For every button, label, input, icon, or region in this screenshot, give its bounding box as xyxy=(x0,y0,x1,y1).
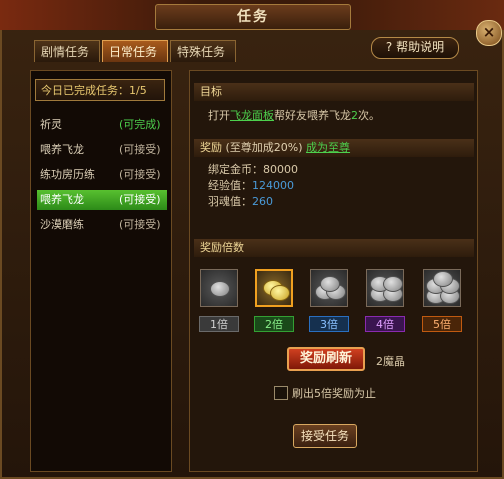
help-button[interactable]: ? 帮助说明 xyxy=(371,37,459,59)
task-name: 练功房历练 xyxy=(40,168,95,181)
multiplier-label-1: 1倍 xyxy=(199,316,239,332)
multiplier-slot-5 xyxy=(423,269,461,307)
reward-title: 奖励 xyxy=(200,141,222,154)
task-status: (可接受) xyxy=(119,218,161,231)
tab-special[interactable]: 特殊任务 xyxy=(170,40,236,62)
task-name: 喂养飞龙 xyxy=(40,143,84,156)
refresh-reward-button[interactable]: 奖励刷新 xyxy=(287,347,365,371)
completed-count: 今日已完成任务：1/5 xyxy=(35,79,165,101)
task-name: 沙漠磨练 xyxy=(40,218,84,231)
gold-value: 80000 xyxy=(263,163,298,176)
multiplier-header: 奖励倍数 xyxy=(194,239,474,257)
silver-coin-icon xyxy=(210,281,230,297)
task-item-feed-dragon-selected[interactable]: 喂养飞龙 (可接受) xyxy=(37,190,167,210)
become-vip-link[interactable]: 成为至尊 xyxy=(306,141,350,154)
gold-label: 绑定金币： xyxy=(208,163,263,176)
goal-middle: 帮好友喂养飞龙 xyxy=(274,109,351,122)
auto-refresh-checkbox[interactable] xyxy=(274,386,288,400)
reward-header: 奖励 (至尊加成20%) 成为至尊 xyxy=(194,139,474,157)
window-title: 任务 xyxy=(155,4,351,30)
multiplier-slot-1 xyxy=(200,269,238,307)
goal-text: 打开飞龙面板帮好友喂养飞龙2次。 xyxy=(208,107,380,123)
task-list-panel: 今日已完成任务：1/5 祈灵 (可完成) 喂养飞龙 (可接受) 练功房历练 (可… xyxy=(30,70,172,472)
soul-label: 羽魂值： xyxy=(208,195,252,208)
multiplier-slot-3 xyxy=(310,269,348,307)
multiplier-label-5: 5倍 xyxy=(422,316,462,332)
reward-soul: 羽魂值：260 xyxy=(208,193,273,209)
multiplier-label-4: 4倍 xyxy=(365,316,405,332)
task-item-qiling[interactable]: 祈灵 (可完成) xyxy=(37,115,167,135)
tab-story[interactable]: 剧情任务 xyxy=(34,40,100,62)
task-name: 喂养飞龙 xyxy=(40,193,84,206)
task-status: (可接受) xyxy=(119,143,161,156)
accept-task-button[interactable]: 接受任务 xyxy=(293,424,357,448)
dragon-panel-link[interactable]: 飞龙面板 xyxy=(230,109,274,122)
multiplier-slot-2 xyxy=(255,269,293,307)
task-item-feed-dragon[interactable]: 喂养飞龙 (可接受) xyxy=(37,140,167,160)
multiplier-slot-4 xyxy=(366,269,404,307)
task-status: (可接受) xyxy=(119,193,161,206)
silver-coin-icon xyxy=(383,276,403,292)
task-status: (可接受) xyxy=(119,168,161,181)
reward-exp: 经验值：124000 xyxy=(208,177,294,193)
auto-refresh-label: 刷出5倍奖励为止 xyxy=(292,387,376,400)
close-icon: × xyxy=(482,23,496,41)
multiplier-label-3: 3倍 xyxy=(309,316,349,332)
silver-coin-icon xyxy=(320,276,340,292)
close-button[interactable]: × xyxy=(476,20,502,46)
refresh-cost: 2魔晶 xyxy=(376,355,405,368)
goal-suffix: 次。 xyxy=(358,109,380,122)
tab-daily[interactable]: 日常任务 xyxy=(102,40,168,62)
goal-header: 目标 xyxy=(194,83,474,101)
exp-label: 经验值： xyxy=(208,179,252,192)
task-item-training-room[interactable]: 练功房历练 (可接受) xyxy=(37,165,167,185)
reward-bonus: (至尊加成20%) xyxy=(225,141,303,154)
goal-prefix: 打开 xyxy=(208,109,230,122)
exp-value: 124000 xyxy=(252,179,294,192)
silver-coin-icon xyxy=(433,271,453,287)
gold-coin-icon xyxy=(270,285,290,301)
goal-count: 2 xyxy=(351,109,358,122)
task-name: 祈灵 xyxy=(40,118,62,131)
multiplier-label-2: 2倍 xyxy=(254,316,294,332)
task-item-desert[interactable]: 沙漠磨练 (可接受) xyxy=(37,215,167,235)
reward-gold: 绑定金币：80000 xyxy=(208,161,298,177)
soul-value: 260 xyxy=(252,195,273,208)
task-status: (可完成) xyxy=(119,118,161,131)
task-detail-panel: 目标 打开飞龙面板帮好友喂养飞龙2次。 奖励 (至尊加成20%) 成为至尊 绑定… xyxy=(189,70,478,472)
